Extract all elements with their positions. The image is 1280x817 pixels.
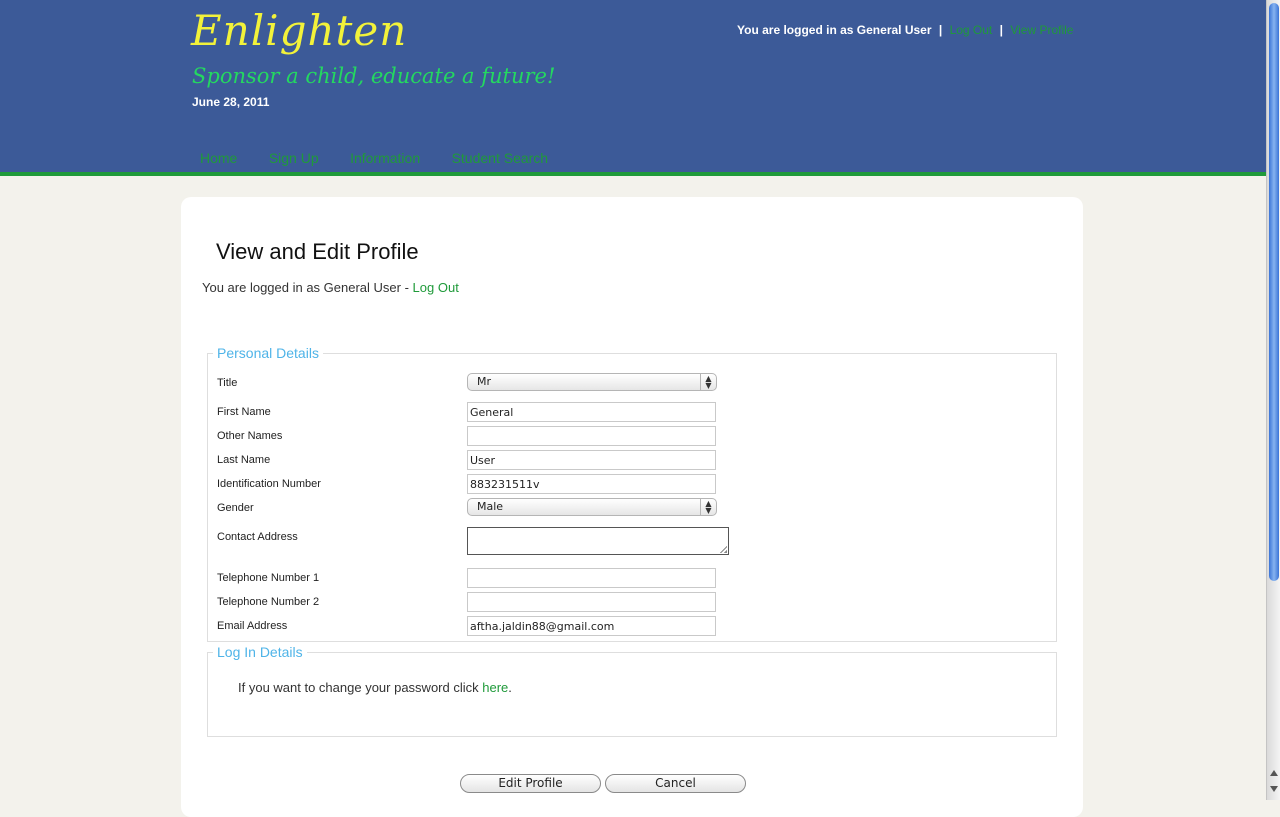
- change-password-suffix: .: [508, 680, 512, 695]
- gender-select-value: Male: [477, 500, 504, 513]
- login-status-text: You are logged in as General User -: [202, 280, 413, 295]
- separator: |: [938, 23, 943, 37]
- resize-grip-icon[interactable]: [719, 545, 727, 553]
- login-status-note: You are logged in as General User - Log …: [202, 280, 459, 295]
- id-number-input[interactable]: 883231511v: [467, 474, 716, 494]
- gender-select[interactable]: Male ▲ ▼: [467, 498, 717, 516]
- gender-label: Gender: [217, 502, 254, 514]
- telephone-2-input[interactable]: [467, 592, 716, 612]
- logged-in-status: You are logged in as General User: [737, 23, 932, 37]
- telephone-2-label: Telephone Number 2: [217, 596, 320, 608]
- title-select-value: Mr: [477, 375, 492, 388]
- scroll-down-icon[interactable]: [1270, 786, 1278, 792]
- change-password-text: If you want to change your password clic…: [238, 680, 483, 695]
- current-date: June 28, 2011: [192, 95, 270, 109]
- telephone-1-input[interactable]: [467, 568, 716, 588]
- site-logo[interactable]: Enlighten: [191, 6, 407, 55]
- first-name-label: First Name: [217, 406, 271, 418]
- vertical-scrollbar[interactable]: [1266, 0, 1280, 800]
- title-select[interactable]: Mr ▲ ▼: [467, 373, 717, 391]
- user-status-bar: You are logged in as General User | Log …: [737, 23, 1073, 37]
- nav-information[interactable]: Information: [350, 150, 420, 166]
- separator: |: [999, 23, 1003, 37]
- content-logout-link[interactable]: Log Out: [413, 280, 459, 295]
- site-tagline: Sponsor a child, educate a future!: [192, 64, 556, 88]
- last-name-label: Last Name: [217, 454, 271, 466]
- other-names-input[interactable]: [467, 426, 716, 446]
- contact-address-label: Contact Address: [217, 531, 298, 543]
- login-details-legend: Log In Details: [213, 644, 307, 660]
- nav-sign-up[interactable]: Sign Up: [269, 150, 319, 166]
- nav-student-search[interactable]: Student Search: [452, 150, 549, 166]
- main-nav: Home Sign Up Information Student Search: [200, 150, 575, 168]
- edit-profile-button[interactable]: Edit Profile: [460, 774, 601, 793]
- change-password-note: If you want to change your password clic…: [238, 680, 512, 695]
- first-name-input[interactable]: General: [467, 402, 716, 422]
- header-divider: [0, 172, 1266, 176]
- title-label: Title: [217, 377, 238, 389]
- scroll-up-icon[interactable]: [1270, 770, 1278, 776]
- site-header: [0, 0, 1266, 172]
- last-name-input[interactable]: User: [467, 450, 716, 470]
- cancel-button[interactable]: Cancel: [605, 774, 746, 793]
- personal-details-legend: Personal Details: [213, 345, 323, 361]
- scrollbar-thumb[interactable]: [1269, 3, 1279, 581]
- change-password-link[interactable]: here: [482, 680, 508, 695]
- other-names-label: Other Names: [217, 430, 283, 442]
- telephone-1-label: Telephone Number 1: [217, 572, 320, 584]
- select-arrows-icon: ▲ ▼: [700, 499, 716, 515]
- email-label: Email Address: [217, 620, 288, 632]
- id-number-label: Identification Number: [217, 478, 321, 490]
- page-title: View and Edit Profile: [216, 239, 419, 264]
- view-profile-link[interactable]: View Profile: [1010, 23, 1073, 37]
- nav-home[interactable]: Home: [200, 150, 237, 166]
- contact-address-textarea[interactable]: [467, 527, 729, 555]
- select-arrows-icon: ▲ ▼: [700, 374, 716, 390]
- logout-link[interactable]: Log Out: [950, 23, 993, 37]
- email-input[interactable]: aftha.jaldin88@gmail.com: [467, 616, 716, 636]
